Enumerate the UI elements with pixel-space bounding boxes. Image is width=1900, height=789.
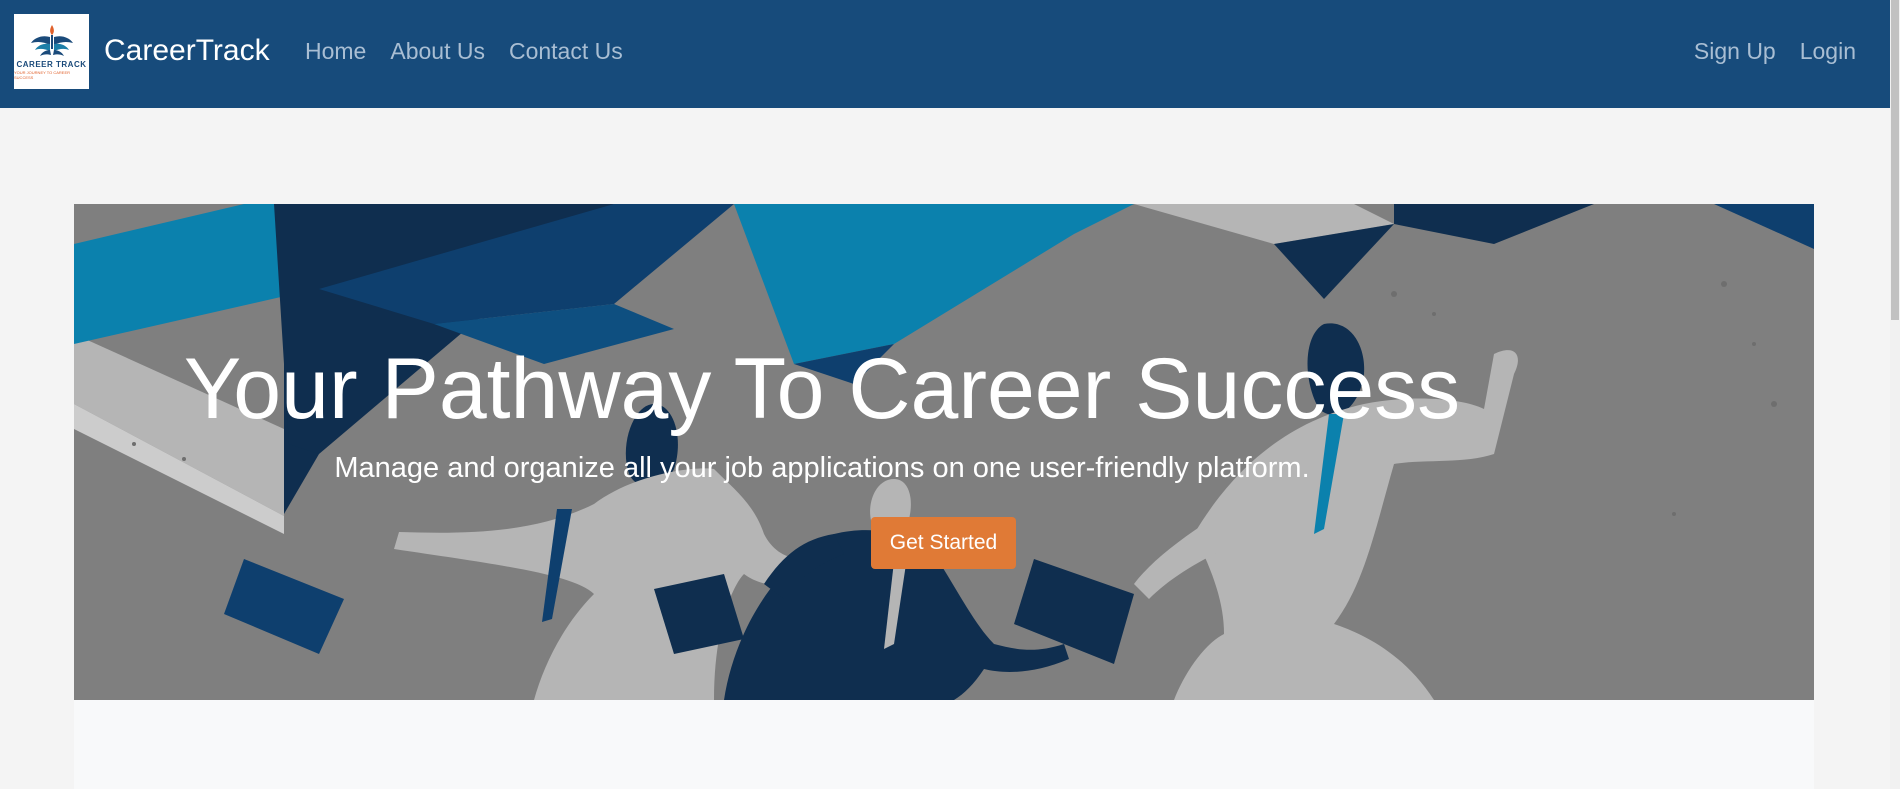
hero-subtitle: Manage and organize all your job applica… (334, 452, 1310, 484)
hero-banner: Your Pathway To Career Success Manage an… (74, 204, 1814, 700)
auth-nav: Sign Up Login (1694, 36, 1856, 66)
hero-content: Your Pathway To Career Success Manage an… (74, 204, 1814, 700)
logo-tagline: YOUR JOURNEY TO CAREER SUCCESS (14, 70, 71, 80)
brand-name-link[interactable]: CareerTrack (104, 32, 270, 70)
sign-up-link[interactable]: Sign Up (1694, 36, 1776, 66)
nav-contact-us-link[interactable]: Contact Us (509, 36, 623, 66)
nav-about-us-link[interactable]: About Us (390, 36, 485, 66)
logo-text: CAREER TRACK (16, 60, 87, 69)
scrollbar-thumb[interactable] (1891, 0, 1899, 320)
get-started-button[interactable]: Get Started (871, 517, 1016, 569)
page-scrollbar[interactable] (1890, 0, 1900, 789)
hero-title: Your Pathway To Career Success (183, 341, 1461, 437)
top-navbar: CAREER TRACK YOUR JOURNEY TO CAREER SUCC… (0, 0, 1890, 108)
brand-logo[interactable]: CAREER TRACK YOUR JOURNEY TO CAREER SUCC… (14, 14, 89, 89)
content-panel (74, 700, 1814, 789)
torch-wings-emblem-icon (30, 25, 73, 56)
main-nav: Home About Us Contact Us (305, 36, 623, 66)
login-link[interactable]: Login (1800, 36, 1856, 66)
nav-home-link[interactable]: Home (305, 36, 366, 66)
